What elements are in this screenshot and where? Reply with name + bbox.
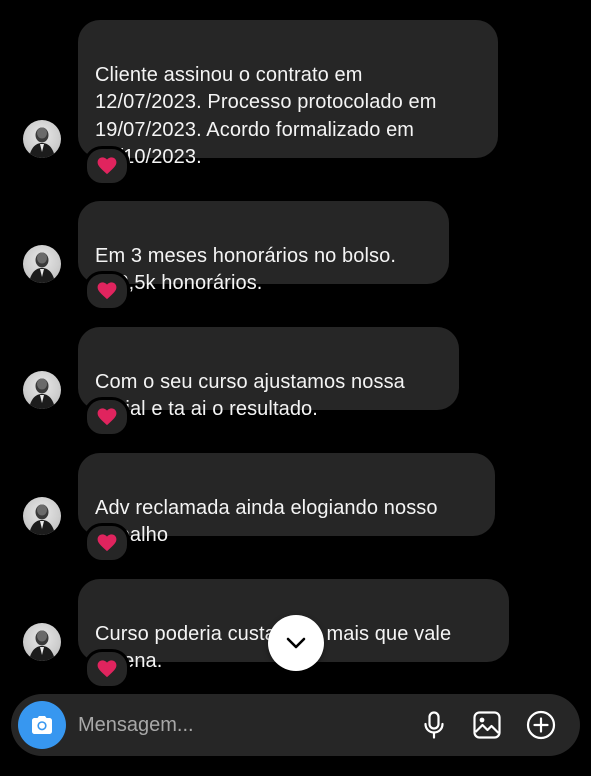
- heart-icon: [97, 157, 117, 175]
- avatar[interactable]: [23, 120, 61, 158]
- gallery-button[interactable]: [469, 707, 505, 743]
- microphone-icon: [424, 711, 444, 739]
- message-thread[interactable]: Cliente assinou o contrato em 12/07/2023…: [0, 0, 591, 690]
- message-text: Em 3 meses honorários no bolso. 122,5k h…: [95, 244, 397, 295]
- heart-icon: [97, 408, 117, 426]
- reaction-heart[interactable]: [84, 271, 130, 311]
- message-bubble[interactable]: Com o seu curso ajustamos nossa inicial …: [78, 327, 459, 420]
- plus-circle-icon: [526, 710, 556, 740]
- reaction-heart[interactable]: [84, 523, 130, 563]
- message-text: Cliente assinou o contrato em 12/07/2023…: [95, 63, 437, 169]
- scroll-to-bottom-button[interactable]: [268, 615, 324, 671]
- message-composer: Mensagem...: [11, 694, 580, 756]
- reaction-heart[interactable]: [84, 397, 130, 437]
- message-bubble[interactable]: Adv reclamada ainda elogiando nosso trab…: [78, 453, 495, 546]
- camera-button[interactable]: [18, 701, 66, 749]
- heart-icon: [97, 660, 117, 678]
- avatar[interactable]: [23, 245, 61, 283]
- message-input[interactable]: Mensagem...: [78, 710, 398, 740]
- camera-icon: [32, 716, 52, 734]
- heart-icon: [97, 534, 117, 552]
- message-text: Adv reclamada ainda elogiando nosso trab…: [95, 496, 438, 547]
- reaction-heart[interactable]: [84, 649, 130, 689]
- chevron-down-icon: [286, 637, 306, 649]
- avatar[interactable]: [23, 371, 61, 409]
- add-button[interactable]: [523, 707, 559, 743]
- reaction-heart[interactable]: [84, 146, 130, 186]
- message-bubble[interactable]: Em 3 meses honorários no bolso. 122,5k h…: [78, 201, 449, 294]
- gallery-icon: [473, 711, 501, 739]
- message-bubble[interactable]: Cliente assinou o contrato em 12/07/2023…: [78, 20, 498, 168]
- microphone-button[interactable]: [416, 707, 452, 743]
- heart-icon: [97, 282, 117, 300]
- avatar[interactable]: [23, 623, 61, 661]
- avatar[interactable]: [23, 497, 61, 535]
- message-text: Com o seu curso ajustamos nossa inicial …: [95, 370, 405, 421]
